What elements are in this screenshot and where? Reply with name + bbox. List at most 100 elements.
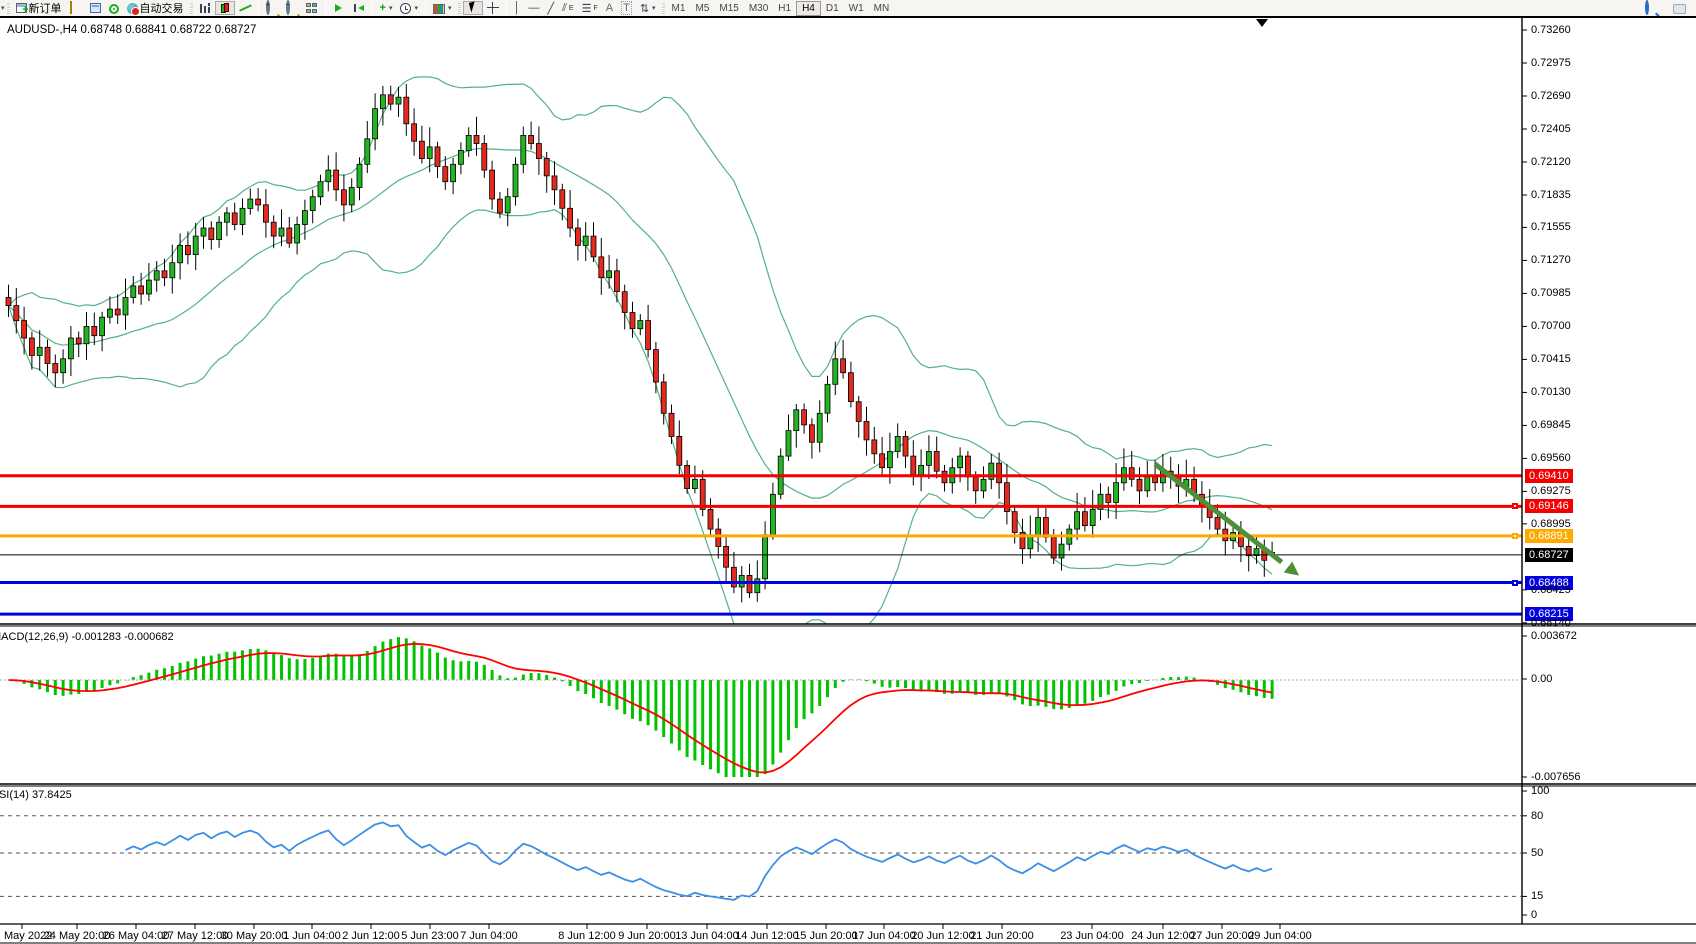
level-handle[interactable] [1512, 533, 1518, 539]
crosshair-tool-button[interactable] [483, 1, 503, 15]
candle-body [1137, 479, 1142, 491]
timeframe-h1[interactable]: H1 [773, 2, 796, 15]
macd-histogram-bar [233, 652, 236, 680]
notifications-button[interactable]: 1 [1669, 1, 1690, 15]
candle-body [716, 529, 721, 546]
tile-windows-button[interactable] [302, 1, 322, 15]
candle-body [895, 436, 900, 451]
arrows-tool[interactable]: ⇅▾ [636, 1, 660, 15]
macd-histogram-bar [717, 680, 720, 773]
timeframe-m30[interactable]: M30 [744, 2, 773, 15]
price-axis-label: 0.70130 [1531, 386, 1571, 398]
candle-body [217, 222, 222, 239]
macd-histogram-bar [1271, 680, 1274, 699]
candle-body [864, 421, 869, 440]
candle-body [583, 236, 588, 245]
candle-body [544, 159, 549, 176]
text-label-tool[interactable]: T [617, 1, 636, 15]
timeframe-m15[interactable]: M15 [714, 2, 743, 15]
auto-scroll-button[interactable] [329, 1, 349, 15]
timeframe-h4[interactable]: H4 [796, 1, 821, 16]
price-badge: 0.69146 [1525, 499, 1573, 513]
macd-histogram-bar [272, 653, 275, 680]
timeframe-mn[interactable]: MN [869, 2, 895, 15]
data-window-button[interactable] [105, 1, 123, 15]
zoom-in-button[interactable]: + [262, 1, 282, 15]
search-button[interactable] [1641, 1, 1661, 15]
toolbar-overflow-icon[interactable]: ▾ [1, 4, 5, 12]
price-axis-label: 0.72690 [1531, 90, 1571, 102]
candle-body [669, 413, 674, 436]
macd-histogram-bar [1052, 680, 1055, 709]
auto-trading-button[interactable]: 自动交易 [123, 1, 188, 15]
chart-window[interactable]: AUDUSD-,H4 0.68748 0.68841 0.68722 0.687… [0, 16, 1696, 942]
price-axis-label: 0.68140 [1531, 617, 1571, 629]
candle-body [1059, 544, 1064, 558]
candle-body [373, 109, 378, 139]
candle-body [614, 271, 619, 292]
macd-histogram-bar [241, 650, 244, 680]
fibo-letter: F [593, 5, 597, 12]
candle-body [131, 286, 136, 298]
search-icon [1645, 0, 1649, 15]
candlestick-chart-button[interactable] [215, 1, 235, 15]
candle-body [76, 338, 81, 344]
candle-body [856, 402, 861, 422]
macd-histogram-bar [397, 637, 400, 680]
fibonacci-icon: ☰ [582, 2, 592, 15]
candle-body [53, 364, 58, 373]
timeframe-m1[interactable]: M1 [667, 2, 691, 15]
level-handle[interactable] [1512, 503, 1518, 509]
new-order-button[interactable]: 新订单 [12, 1, 66, 15]
fibonacci-tool[interactable]: ☰F [578, 1, 602, 15]
text-tool[interactable]: A [602, 1, 617, 15]
vertical-line-tool[interactable]: │ [510, 1, 525, 15]
profile-button[interactable] [66, 1, 86, 15]
chart-shift-button[interactable] [349, 1, 369, 15]
macd-histogram-bar [69, 680, 72, 695]
templates-button[interactable]: ▾ [429, 1, 456, 15]
macd-histogram-bar [1083, 680, 1086, 704]
macd-histogram-bar [467, 661, 470, 680]
time-axis-label: 21 Jun 20:00 [970, 930, 1034, 942]
candle-body [61, 359, 66, 373]
line-chart-button[interactable] [235, 1, 255, 15]
timeframe-d1[interactable]: D1 [821, 2, 844, 15]
candle-body [833, 359, 838, 385]
candle-body [1012, 512, 1017, 533]
candle-body [318, 182, 323, 197]
level-handle[interactable] [1512, 580, 1518, 586]
candle-body [334, 170, 339, 190]
bar-chart-button[interactable] [195, 1, 215, 15]
chart-canvas[interactable] [0, 18, 1696, 944]
trendline-tool[interactable]: ╱ [543, 1, 558, 15]
horizontal-line-tool[interactable]: ― [524, 1, 543, 15]
channel-tool[interactable]: ⫽E [558, 1, 578, 15]
timeframe-m5[interactable]: M5 [690, 2, 714, 15]
candle-body [154, 271, 159, 280]
cursor-tool-button[interactable] [463, 1, 483, 15]
candle-body [185, 245, 190, 254]
text-tool-icon: A [606, 2, 613, 14]
add-indicator-button[interactable]: +▾ [376, 1, 397, 15]
market-watch-button[interactable] [86, 1, 105, 15]
candle-body [568, 208, 573, 228]
candle-body [770, 494, 775, 535]
timeframe-w1[interactable]: W1 [844, 2, 869, 15]
macd-histogram-bar [1115, 680, 1118, 691]
candle-body [1082, 512, 1087, 526]
candle-body [84, 326, 89, 343]
trend-arrow-head[interactable] [1284, 561, 1304, 581]
macd-histogram-bar [881, 680, 884, 687]
trend-arrow-line[interactable] [1155, 464, 1282, 562]
period-button[interactable]: ▾ [396, 1, 422, 15]
zoom-out-button[interactable]: − [282, 1, 302, 15]
macd-histogram-bar [904, 680, 907, 688]
candle-body [302, 211, 307, 225]
macd-histogram-bar [545, 675, 548, 680]
price-axis-label: 0.72975 [1531, 57, 1571, 69]
candle-body [115, 309, 120, 315]
time-axis-label: 24 Jun 12:00 [1131, 930, 1195, 942]
candle-body [708, 509, 713, 529]
candle-body [263, 205, 268, 222]
